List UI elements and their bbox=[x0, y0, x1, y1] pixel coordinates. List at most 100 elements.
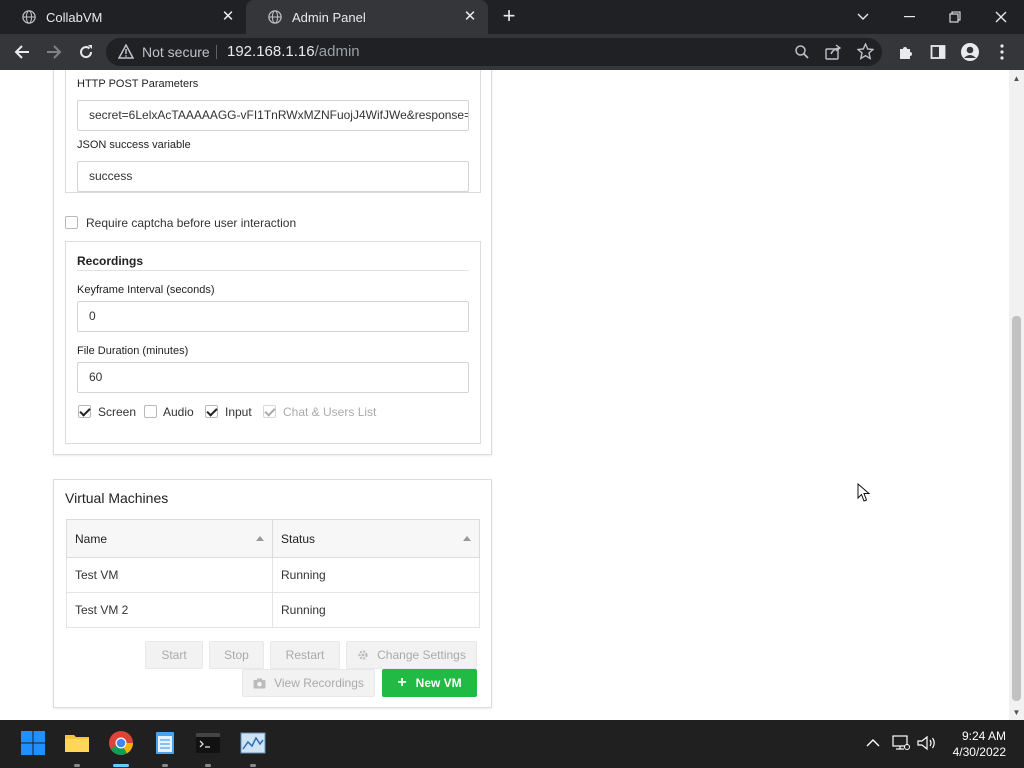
system-clock[interactable]: 9:24 AM 4/30/2022 bbox=[953, 728, 1006, 760]
vm-name-cell: Test VM bbox=[66, 557, 273, 593]
browser-toolbar: Not secure 192.168.1.16/admin bbox=[0, 34, 1024, 70]
menu-kebab-icon[interactable] bbox=[990, 40, 1014, 64]
forward-arrow-icon[interactable] bbox=[42, 40, 66, 64]
virtual-machines-card: Virtual Machines Name Status Test VM Run… bbox=[53, 479, 492, 708]
gear-icon bbox=[358, 650, 368, 660]
scroll-down-arrow-icon[interactable]: ▼ bbox=[1012, 708, 1021, 717]
duration-label: File Duration (minutes) bbox=[77, 345, 189, 357]
table-row[interactable]: Test VM 2 Running bbox=[66, 592, 480, 628]
plus-icon: + bbox=[397, 674, 407, 691]
new-vm-button[interactable]: + New VM bbox=[382, 669, 477, 697]
minimize-icon[interactable] bbox=[886, 0, 932, 34]
active-indicator bbox=[113, 764, 129, 767]
captcha-settings-box: HTTP POST Parameters secret=6LelxAcTAAAA… bbox=[65, 70, 481, 193]
globe-icon bbox=[22, 10, 36, 24]
change-settings-label: Change Settings bbox=[377, 648, 466, 662]
restore-icon[interactable] bbox=[932, 0, 978, 34]
mouse-cursor-icon bbox=[857, 483, 871, 502]
vm-status-cell: Running bbox=[272, 592, 480, 628]
task-manager-icon[interactable] bbox=[240, 730, 266, 756]
clock-date: 4/30/2022 bbox=[952, 745, 1006, 759]
close-icon[interactable]: ✕ bbox=[220, 9, 236, 25]
url-path: /admin bbox=[314, 43, 360, 60]
page-scrollbar[interactable]: ▲ ▼ bbox=[1009, 70, 1024, 720]
terminal-icon[interactable] bbox=[195, 730, 221, 756]
screen-checkbox[interactable] bbox=[78, 405, 91, 418]
security-label: Not secure bbox=[142, 44, 210, 60]
windows-start-icon[interactable] bbox=[20, 730, 46, 756]
change-settings-button[interactable]: Change Settings bbox=[346, 641, 477, 669]
globe-icon bbox=[268, 10, 282, 24]
file-explorer-icon[interactable] bbox=[64, 730, 90, 756]
column-header-status[interactable]: Status bbox=[272, 519, 480, 558]
close-icon[interactable]: ✕ bbox=[462, 9, 478, 25]
audio-label: Audio bbox=[163, 405, 194, 419]
column-header-name[interactable]: Name bbox=[66, 519, 273, 558]
chat-users-label: Chat & Users List bbox=[283, 405, 377, 419]
audio-checkbox[interactable] bbox=[144, 405, 157, 418]
table-row[interactable]: Test VM Running bbox=[66, 557, 480, 593]
window-close-icon[interactable] bbox=[978, 0, 1024, 34]
back-arrow-icon[interactable] bbox=[10, 40, 34, 64]
json-var-input[interactable]: success bbox=[77, 161, 469, 192]
chevron-up-icon[interactable] bbox=[866, 738, 880, 748]
camera-icon bbox=[253, 678, 266, 688]
input-label: Input bbox=[225, 405, 252, 419]
vm-table: Name Status Test VM Running Test VM 2 Ru… bbox=[66, 519, 480, 628]
zoom-icon[interactable] bbox=[794, 44, 810, 65]
tab-title: CollabVM bbox=[46, 9, 103, 25]
address-bar[interactable]: Not secure 192.168.1.16/admin bbox=[106, 38, 882, 66]
tab-admin-panel[interactable]: Admin Panel ✕ bbox=[246, 0, 488, 34]
tab-search-icon[interactable] bbox=[840, 0, 886, 34]
reload-icon[interactable] bbox=[74, 40, 98, 64]
column-header-label: Status bbox=[281, 531, 316, 546]
keyframe-input[interactable]: 0 bbox=[77, 301, 469, 332]
browser-tab-strip: CollabVM ✕ Admin Panel ✕ + bbox=[0, 0, 1024, 34]
view-recordings-label: View Recordings bbox=[274, 676, 364, 690]
network-icon[interactable] bbox=[892, 735, 910, 751]
windows-taskbar: 9:24 AM 4/30/2022 bbox=[0, 720, 1024, 768]
restart-button[interactable]: Restart bbox=[270, 641, 340, 669]
sort-arrow-icon bbox=[256, 536, 264, 541]
post-params-label: HTTP POST Parameters bbox=[77, 78, 199, 90]
address-divider bbox=[216, 45, 217, 59]
bookmark-star-icon[interactable] bbox=[856, 42, 875, 65]
new-tab-button[interactable]: + bbox=[498, 5, 520, 27]
settings-card: HTTP POST Parameters secret=6LelxAcTAAAA… bbox=[53, 70, 492, 455]
table-header-row: Name Status bbox=[66, 519, 480, 558]
json-var-label: JSON success variable bbox=[77, 139, 191, 151]
duration-input[interactable]: 60 bbox=[77, 362, 469, 393]
share-icon[interactable] bbox=[825, 44, 842, 65]
start-button[interactable]: Start bbox=[145, 641, 203, 669]
scrollbar-thumb[interactable] bbox=[1012, 316, 1021, 701]
chrome-icon[interactable] bbox=[108, 730, 134, 756]
screen-label: Screen bbox=[98, 405, 137, 419]
recordings-title: Recordings bbox=[77, 254, 144, 268]
keyframe-label: Keyframe Interval (seconds) bbox=[77, 284, 215, 296]
vm-section-title: Virtual Machines bbox=[65, 490, 169, 506]
tab-collabvm[interactable]: CollabVM ✕ bbox=[0, 0, 246, 34]
new-vm-label: New VM bbox=[415, 676, 462, 690]
url-host: 192.168.1.16 bbox=[227, 43, 315, 60]
extensions-puzzle-icon[interactable] bbox=[894, 40, 918, 64]
scroll-up-arrow-icon[interactable]: ▲ bbox=[1012, 74, 1021, 83]
notepad-icon[interactable] bbox=[152, 730, 178, 756]
require-captcha-checkbox[interactable] bbox=[65, 216, 78, 229]
view-recordings-button[interactable]: View Recordings bbox=[242, 669, 375, 697]
running-indicator bbox=[250, 764, 256, 767]
tab-title: Admin Panel bbox=[292, 9, 366, 25]
warning-icon[interactable] bbox=[118, 44, 134, 59]
sort-arrow-icon bbox=[463, 536, 471, 541]
speaker-icon[interactable] bbox=[917, 735, 937, 751]
page-content: HTTP POST Parameters secret=6LelxAcTAAAA… bbox=[0, 70, 1024, 720]
post-params-input[interactable]: secret=6LelxAcTAAAAAGG-vFI1TnRWxMZNFuojJ… bbox=[77, 100, 469, 131]
stop-button[interactable]: Stop bbox=[209, 641, 264, 669]
url-text: 192.168.1.16/admin bbox=[227, 43, 360, 60]
running-indicator bbox=[162, 764, 168, 767]
side-panel-icon[interactable] bbox=[926, 40, 950, 64]
column-header-label: Name bbox=[75, 531, 108, 546]
input-checkbox[interactable] bbox=[205, 405, 218, 418]
recordings-box: Recordings Keyframe Interval (seconds) 0… bbox=[65, 241, 481, 444]
vm-status-cell: Running bbox=[272, 557, 480, 593]
profile-avatar-icon[interactable] bbox=[958, 40, 982, 64]
